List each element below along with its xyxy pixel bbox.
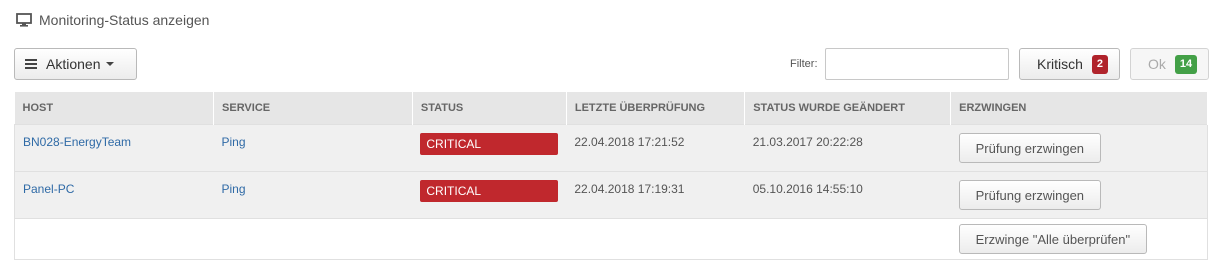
ok-label: Ok — [1148, 56, 1166, 72]
ok-filter-button[interactable]: Ok 14 — [1130, 48, 1209, 80]
menu-icon — [25, 59, 37, 69]
host-link[interactable]: Panel-PC — [23, 182, 74, 196]
column-header-force: ERZWINGEN — [950, 92, 1208, 125]
filter-input[interactable] — [825, 48, 1009, 80]
status-badge: CRITICAL — [420, 180, 559, 202]
status-changed-value: 21.03.2017 20:22:28 — [752, 135, 863, 149]
column-header-status-changed[interactable]: STATUS WURDE GEÄNDERT — [744, 92, 952, 125]
service-link[interactable]: Ping — [222, 182, 246, 196]
last-check-value: 22.04.2018 17:19:31 — [574, 182, 685, 196]
caret-down-icon — [106, 62, 115, 66]
column-header-status[interactable]: STATUS — [412, 92, 567, 125]
force-check-button[interactable]: Prüfung erzwingen — [958, 180, 1102, 210]
page-header: Monitoring-Status anzeigen — [16, 11, 209, 29]
force-all-checks-button[interactable]: Erzwinge "Alle überprüfen" — [958, 224, 1148, 254]
actions-label: Aktionen — [46, 56, 101, 72]
host-link[interactable]: BN028-EnergyTeam — [23, 135, 131, 149]
last-check-value: 22.04.2018 17:21:52 — [574, 135, 685, 149]
status-badge: CRITICAL — [420, 133, 559, 155]
page-title: Monitoring-Status anzeigen — [39, 12, 210, 28]
critical-count-badge: 2 — [1091, 54, 1109, 74]
status-table: HOST SERVICE STATUS LETZTE ÜBERPRÜFUNG S… — [13, 92, 1208, 260]
ok-count-badge: 14 — [1174, 54, 1198, 74]
table-row: BN028-EnergyTeam Ping CRITICAL 22.04.201… — [13, 124, 1208, 172]
table-row: Panel-PC Ping CRITICAL 22.04.2018 17:19:… — [13, 171, 1208, 219]
force-check-button[interactable]: Prüfung erzwingen — [958, 133, 1102, 163]
service-link[interactable]: Ping — [222, 135, 246, 149]
status-changed-value: 05.10.2016 14:55:10 — [752, 182, 863, 196]
column-header-service[interactable]: SERVICE — [213, 92, 413, 125]
filter-label: Filter: — [790, 58, 818, 70]
actions-dropdown-button[interactable]: Aktionen — [14, 48, 137, 80]
table-header-row: HOST SERVICE STATUS LETZTE ÜBERPRÜFUNG S… — [14, 92, 1208, 125]
column-header-host[interactable]: HOST — [14, 92, 215, 125]
table-footer-row: Erzwinge "Alle überprüfen" — [13, 218, 1208, 260]
critical-filter-button[interactable]: Kritisch 2 — [1019, 48, 1120, 80]
column-header-last-check[interactable]: LETZTE ÜBERPRÜFUNG — [566, 92, 746, 125]
monitor-icon — [16, 13, 32, 27]
critical-label: Kritisch — [1037, 56, 1083, 72]
